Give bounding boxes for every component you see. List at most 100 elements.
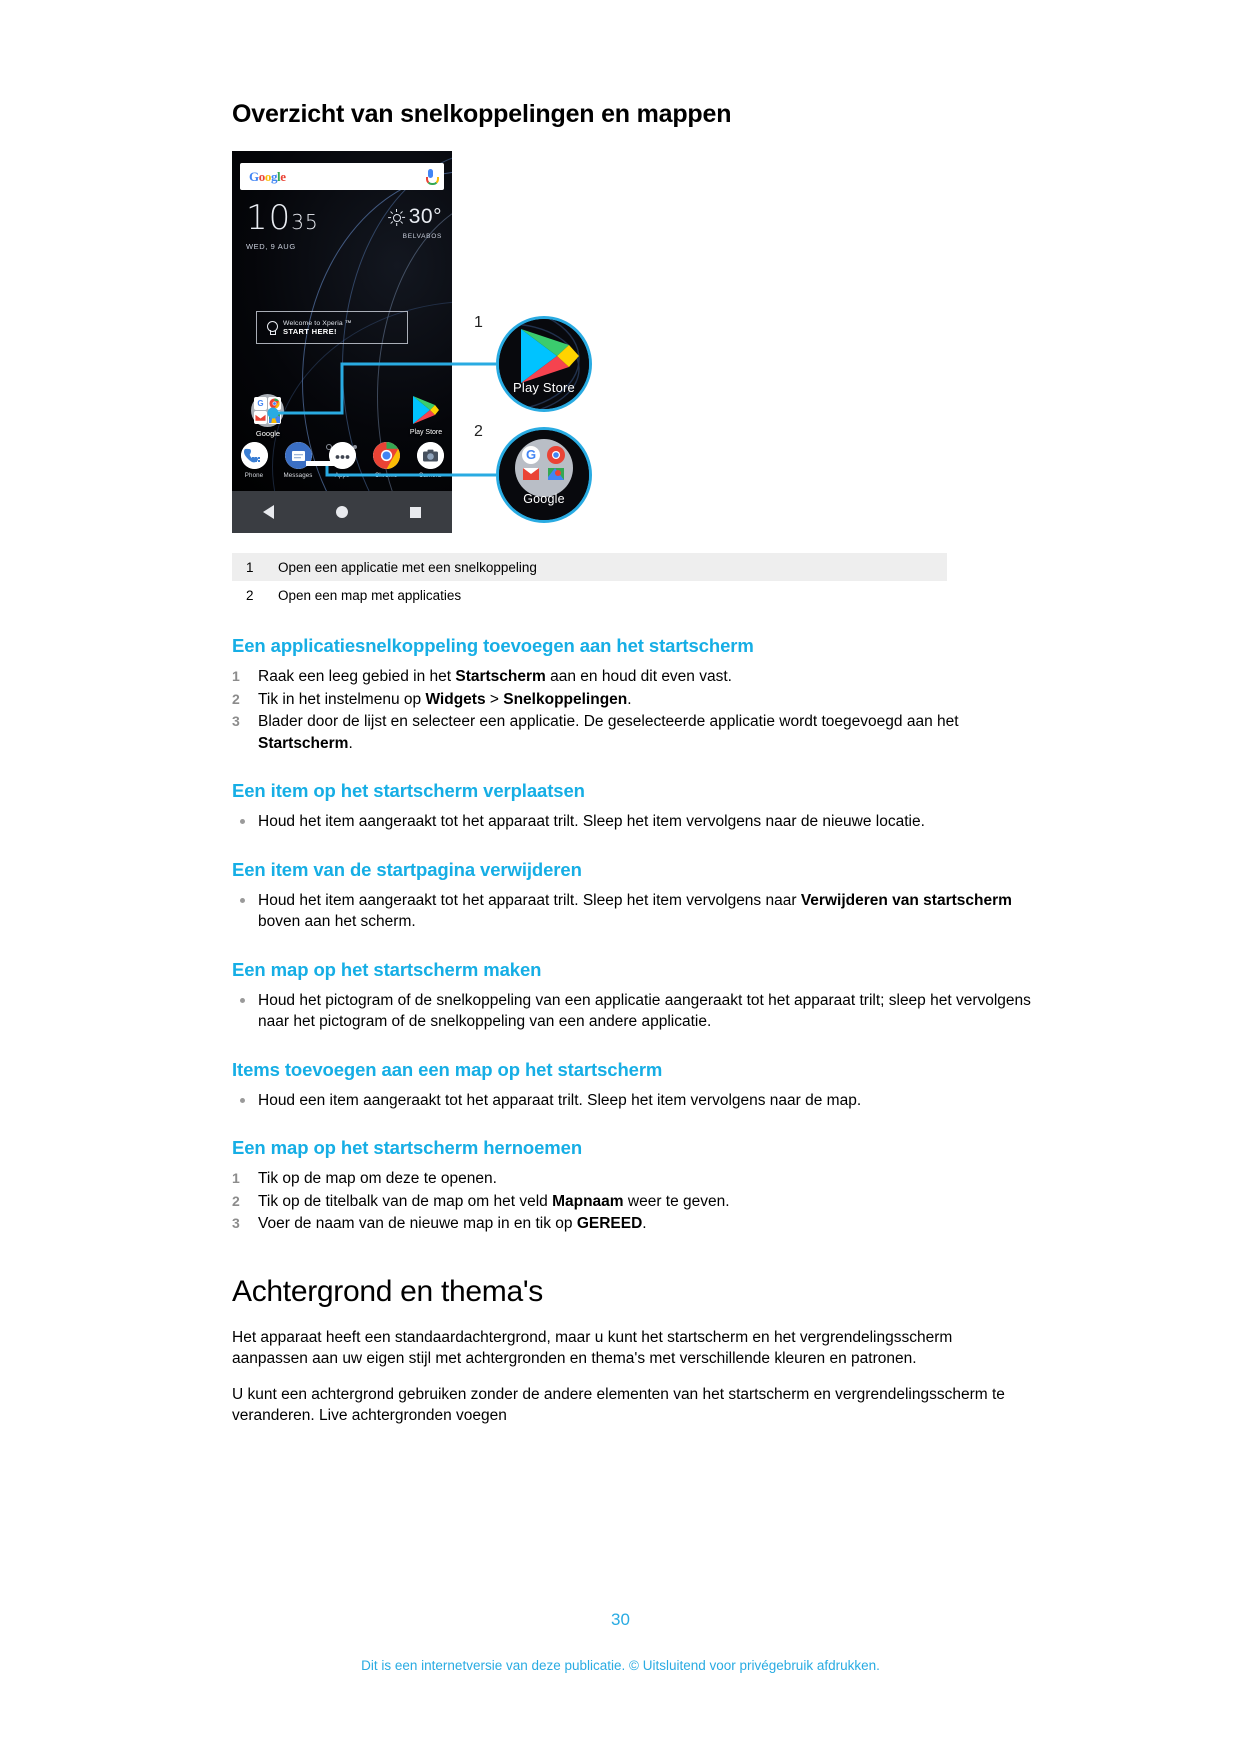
messages-icon: [284, 442, 312, 469]
welcome-to-xperia-card[interactable]: Welcome to Xperia ™ START HERE!: [256, 311, 408, 344]
weather-location: BELVABOS: [402, 233, 442, 240]
phone-screenshot: Google 1035 WED, 9 AUG 30° BELVABOS Welc…: [232, 151, 452, 533]
callout-play-store: Play Store: [496, 316, 592, 412]
page-number: 30: [611, 1610, 630, 1629]
callout-number-1: 1: [474, 314, 483, 331]
list-item: 1 Raak een leeg gebied in het Startscherm…: [232, 666, 1032, 688]
google-folder-label: Google: [255, 429, 281, 438]
list-item: 3 Voer de naam van de nieuwe map in en ti…: [232, 1213, 1032, 1235]
step-number: 1: [232, 1170, 240, 1186]
step-text: Tik op de map om deze te openen.: [258, 1170, 497, 1187]
chapter-paragraph: U kunt een achtergrond gebruiken zonder …: [232, 1385, 1005, 1425]
chapter-title: Achtergrond en thema's: [232, 1274, 543, 1308]
legend-row: 1 Open een applicatie met een snelkoppel…: [232, 553, 947, 581]
bullet-dot: [240, 1097, 245, 1103]
google-search-widget[interactable]: Google: [240, 163, 444, 190]
apps-icon: [328, 442, 356, 469]
footer-note: Dit is een internetversie van deze publi…: [361, 1658, 880, 1673]
bullet-list: Houd een item aangeraakt tot het apparaa…: [232, 1090, 1032, 1112]
bullet-text: Houd het item aangeraakt tot het apparaa…: [258, 813, 925, 830]
home-icon[interactable]: [336, 506, 348, 518]
section-heading: Een map op het startscherm maken: [232, 958, 542, 980]
microphone-icon[interactable]: [426, 169, 439, 185]
list-item: Houd het item aangeraakt tot het apparaa…: [232, 890, 1032, 933]
section-create-folder: Een map op het startscherm maken Houd he…: [232, 959, 1032, 1033]
section-heading: Een item van de startpagina verwijderen: [232, 858, 582, 880]
section-heading: Een item op het startscherm verplaatsen: [232, 780, 585, 801]
google-folder-icon[interactable]: G: [251, 394, 284, 427]
legend-number: 1: [246, 559, 254, 575]
clock-date: WED, 9 AUG: [246, 242, 296, 251]
chapter-paragraph: Het apparaat heeft een standaardachtergr…: [232, 1328, 953, 1368]
dock-item-messages[interactable]: Messages: [278, 442, 318, 479]
bullet-dot: [240, 897, 245, 903]
chrome-icon: [372, 442, 400, 469]
step-number: 2: [232, 690, 240, 707]
section-rename-folder: Een map op het startscherm hernoemen 1 Ti…: [232, 1137, 1032, 1235]
bullet-dot: [240, 819, 245, 824]
dock-item-camera[interactable]: Camera: [410, 442, 450, 479]
weather-widget: 30° BELVABOS: [387, 205, 442, 240]
chapter-background-themes: Achtergrond en thema's Het apparaat heef…: [232, 1275, 1032, 1427]
callout-caption: Play Store: [513, 380, 575, 395]
chrome-app-icon: [268, 397, 281, 410]
legend-number: 2: [246, 587, 254, 603]
step-list: 1 Tik op de map om deze te openen. 2 Tik o…: [232, 1168, 1032, 1235]
list-item: 2 Tik op de titelbalk van de map om het v…: [232, 1191, 1032, 1213]
legend-text: Open een map met applicaties: [278, 587, 462, 603]
card-line-2: START HERE!: [283, 326, 337, 336]
section-remove-item: Een item van de startpagina verwijderen …: [232, 859, 1032, 933]
sun-icon: [387, 208, 405, 226]
list-item: Houd het pictogram of de snelkoppeling v…: [232, 990, 1032, 1033]
play-store-icon[interactable]: [410, 394, 440, 426]
back-icon[interactable]: [263, 505, 274, 519]
step-text: Tik op de titelbalk van de map om het ve…: [258, 1192, 730, 1210]
card-line-1: Welcome to Xperia ™: [283, 319, 352, 327]
step-list: 1 Raak een leeg gebied in het Startscherm…: [232, 666, 1032, 754]
dock-label: Messages: [283, 472, 313, 479]
callout-number-2: 2: [474, 423, 483, 440]
dock-label: Apps: [334, 472, 350, 479]
step-text: Raak een leeg gebied in het Startscherm …: [258, 668, 732, 685]
legend-text: Open een applicatie met een snelkoppelin…: [278, 559, 537, 575]
step-number: 3: [232, 713, 240, 729]
dock-label: Phone: [244, 472, 264, 479]
lightbulb-icon: [267, 321, 278, 335]
dock-item-apps[interactable]: Apps: [322, 442, 362, 479]
google-app-icon: G: [254, 397, 267, 410]
page-content: Overzicht van snelkoppelingen en mappen …: [232, 100, 1032, 1441]
list-item: 2 Tik in het instelmenu op Widgets > Snel…: [232, 689, 1032, 711]
phone-figure: Google 1035 WED, 9 AUG 30° BELVABOS Welc…: [232, 151, 1032, 543]
recents-icon[interactable]: [410, 506, 421, 518]
bullet-dot: [240, 997, 245, 1003]
section-heading: Items toevoegen aan een map op het start…: [232, 1058, 663, 1080]
weather-temperature: 30°: [408, 205, 442, 228]
dock-item-chrome[interactable]: Chrome: [366, 442, 406, 479]
play-store-label: Play Store: [409, 429, 443, 436]
google-logo: Google: [249, 168, 286, 184]
step-text: Blader door de lijst en selecteer een ap…: [258, 713, 959, 752]
camera-icon: [416, 442, 444, 469]
svg-text:G: G: [526, 447, 536, 462]
bullet-text: Houd het pictogram of de snelkoppeling v…: [258, 991, 1031, 1031]
dock-label: Camera: [418, 472, 442, 479]
section-add-shortcut: Een applicatiesnelkoppeling toevoegen aa…: [232, 635, 1032, 754]
step-number: 3: [232, 1215, 240, 1231]
list-item: 3 Blader door de lijst en selecteer een a…: [232, 711, 1032, 754]
bullet-text: Houd het item aangeraakt tot het apparaa…: [258, 891, 1012, 931]
callout-google-folder: G Google: [496, 427, 592, 523]
dock-label: Chrome: [374, 472, 398, 479]
dock: Phone Messages Apps Chrome Camera: [232, 439, 452, 489]
clock-widget: 1035 WED, 9 AUG: [246, 201, 319, 251]
list-item: 1 Tik op de map om deze te openen.: [232, 1168, 1032, 1190]
step-text: Voer de naam van de nieuwe map in en tik…: [258, 1215, 647, 1232]
legend-row: 2 Open een map met applicaties: [232, 581, 947, 609]
document-page: Overzicht van snelkoppelingen en mappen …: [0, 0, 1241, 1754]
list-item: Houd een item aangeraakt tot het apparaa…: [232, 1090, 1032, 1112]
section-add-to-folder: Items toevoegen aan een map op het start…: [232, 1059, 1032, 1112]
section-heading: Een applicatiesnelkoppeling toevoegen aa…: [232, 635, 754, 656]
dock-item-phone[interactable]: Phone: [234, 442, 274, 479]
maps-app-icon: [268, 411, 281, 424]
step-number: 1: [232, 668, 240, 684]
bullet-list: Houd het item aangeraakt tot het apparaa…: [232, 890, 1032, 933]
